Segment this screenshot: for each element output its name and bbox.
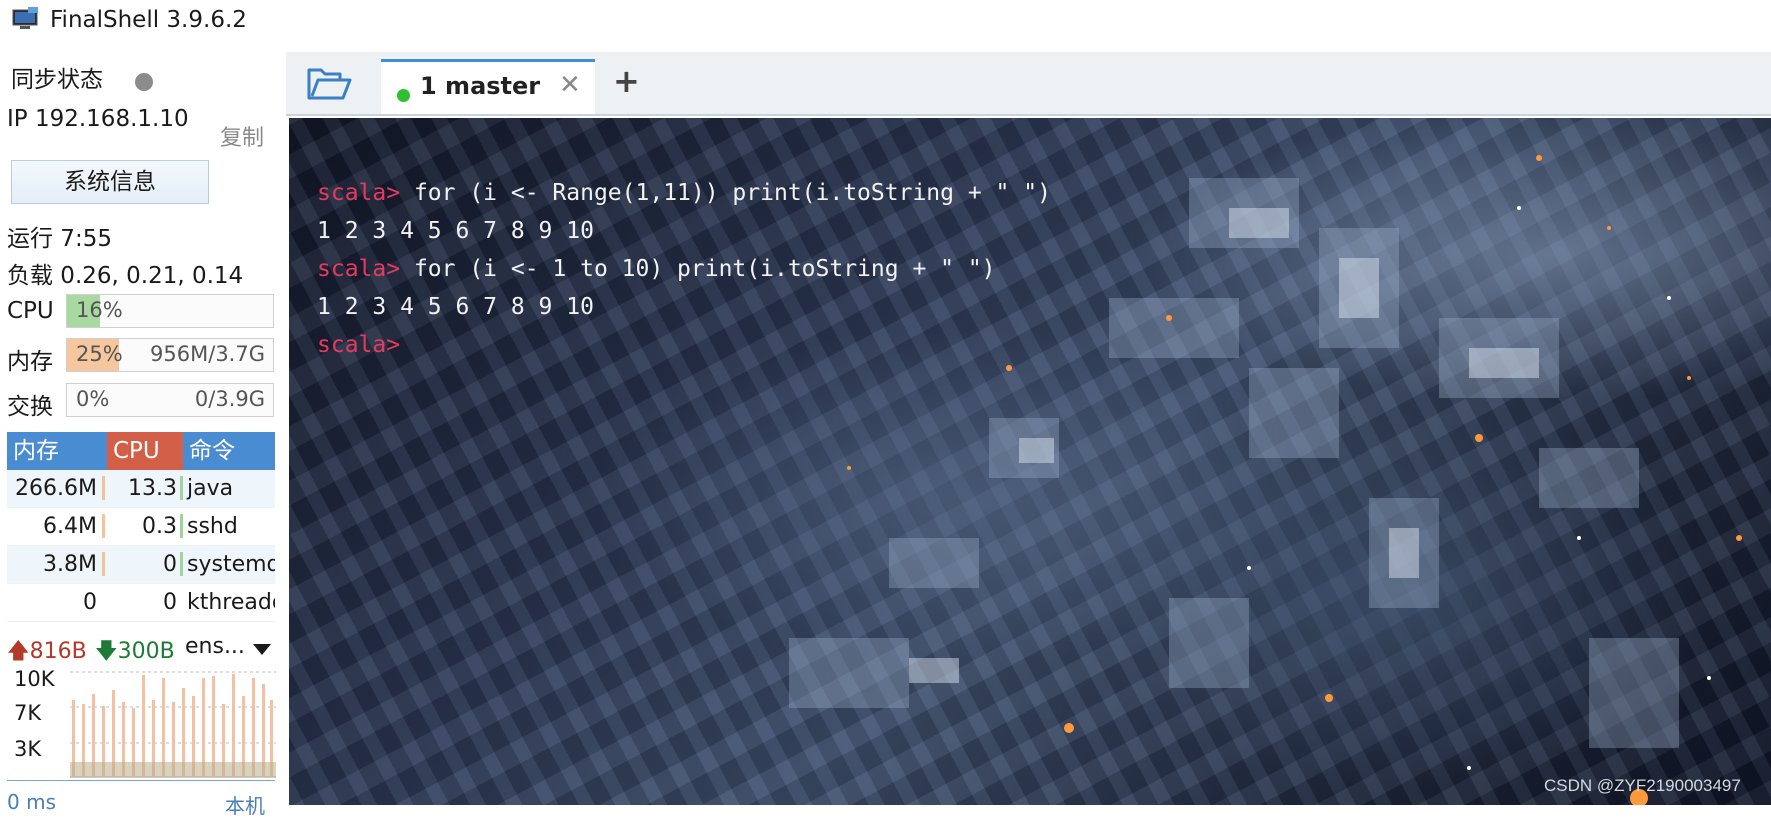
session-tab-bar: 1 master ✕ + — [286, 52, 1771, 116]
watermark-text: CSDN @ZYF2190003497 — [1544, 776, 1741, 795]
terminal-command: for (i <- 1 to 10) print(i.toString + " … — [400, 256, 996, 282]
connection-status-dot — [397, 89, 410, 102]
process-cpu: 0.3 — [107, 508, 183, 545]
cpu-meter-percent: 16% — [76, 298, 123, 322]
terminal-output-text: 1 2 3 4 5 6 7 8 9 10 — [317, 294, 594, 320]
process-table-body: 266.6M 13.3 java 6.4M 0.3 sshd 3.8M 0 sy… — [7, 470, 275, 622]
load-average-text: 负载 0.26, 0.21, 0.14 — [7, 263, 244, 289]
system-info-button[interactable]: 系统信息 — [11, 160, 209, 204]
terminal-line: scala> for (i <- Range(1,11)) print(i.to… — [317, 174, 1051, 212]
uptime-text: 运行 7:55 — [7, 226, 112, 252]
column-header-command[interactable]: 命令 — [183, 432, 275, 470]
process-command: kthreadd — [187, 590, 275, 615]
tab-label: 1 master — [420, 72, 541, 100]
process-memory: 3.8M — [7, 546, 107, 583]
terminal-line: scala> for (i <- 1 to 10) print(i.toStri… — [317, 250, 1051, 288]
terminal-output: scala> for (i <- Range(1,11)) print(i.to… — [317, 136, 1051, 440]
window-title: FinalShell 3.9.6.2 — [50, 7, 247, 33]
sync-status-label: 同步状态 — [11, 67, 103, 93]
swap-meter-amount: 0/3.9G — [194, 387, 265, 411]
arrow-down-icon: 🡇 — [95, 639, 118, 664]
memory-meter-label: 内存 — [7, 349, 53, 375]
chevron-down-icon[interactable] — [253, 644, 271, 655]
ping-latency: 0 ms — [7, 790, 56, 814]
table-row[interactable]: 6.4M 0.3 sshd — [7, 508, 275, 546]
title-bar: FinalShell 3.9.6.2 — [0, 0, 1771, 46]
process-cpu: 0 — [163, 590, 177, 615]
column-header-memory[interactable]: 内存 — [7, 432, 107, 470]
process-memory: 266.6M — [7, 470, 107, 507]
memory-usage-bar — [102, 476, 105, 500]
terminal-line: 1 2 3 4 5 6 7 8 9 10 — [317, 288, 1051, 326]
memory-usage-bar — [102, 514, 105, 538]
network-axis-label: 10K — [14, 667, 55, 691]
copy-ip-button[interactable]: 复制 — [220, 120, 264, 152]
process-memory: 6.4M — [7, 508, 107, 545]
terminal-line: scala> — [317, 326, 1051, 364]
memory-meter-percent: 25% — [76, 342, 123, 366]
terminal-prompt: scala> — [317, 332, 401, 358]
sync-status-indicator — [135, 73, 153, 91]
process-command: java — [187, 476, 234, 501]
column-header-cpu[interactable]: CPU — [107, 432, 183, 470]
swap-meter-label: 交换 — [7, 394, 53, 420]
ip-address: IP 192.168.1.10 — [7, 106, 189, 132]
network-axis-label: 3K — [14, 737, 42, 761]
close-icon[interactable]: ✕ — [559, 70, 581, 100]
network-interface-select[interactable]: ens... — [185, 634, 245, 659]
terminal-line: 1 2 3 4 5 6 7 8 9 10 — [317, 212, 1051, 250]
process-command: sshd — [187, 514, 238, 539]
memory-meter-amount: 956M/3.7G — [150, 342, 265, 366]
process-cpu: 13.3 — [107, 470, 183, 507]
process-command: systemd — [187, 552, 275, 577]
memory-usage-bar — [102, 552, 105, 576]
process-memory: 0 — [83, 590, 97, 615]
arrow-up-icon: 🡅 — [7, 639, 30, 664]
network-traffic-chart — [70, 671, 276, 778]
network-axis-label: 7K — [14, 701, 42, 725]
process-table-header: 内存 CPU 命令 — [7, 432, 275, 470]
swap-meter: 0% 0/3.9G — [66, 383, 274, 417]
table-row[interactable]: 0 0 kthreadd — [7, 584, 275, 622]
terminal-prompt: scala> — [317, 180, 401, 206]
terminal-command: for (i <- Range(1,11)) print(i.toString … — [400, 180, 1051, 206]
swap-meter-percent: 0% — [76, 387, 110, 411]
table-row[interactable]: 3.8M 0 systemd — [7, 546, 275, 584]
download-rate: 🡇300B — [95, 639, 175, 664]
folder-open-icon[interactable] — [306, 66, 352, 102]
terminal-output-text: 1 2 3 4 5 6 7 8 9 10 — [317, 218, 594, 244]
sidebar-divider — [7, 780, 275, 781]
cpu-meter: 16% — [66, 294, 274, 328]
add-tab-icon[interactable]: + — [613, 62, 640, 100]
process-table: 内存 CPU 命令 266.6M 13.3 java 6.4M 0.3 sshd… — [7, 432, 275, 622]
cpu-meter-label: CPU — [7, 298, 54, 324]
terminal-prompt: scala> — [317, 256, 401, 282]
finalshell-logo-icon — [12, 7, 38, 29]
tab-master[interactable]: 1 master ✕ — [381, 59, 595, 114]
table-row[interactable]: 266.6M 13.3 java — [7, 470, 275, 508]
process-cpu: 0 — [107, 546, 183, 583]
terminal-pane[interactable]: scala> for (i <- Range(1,11)) print(i.to… — [289, 118, 1771, 805]
memory-meter: 25% 956M/3.7G — [66, 338, 274, 372]
